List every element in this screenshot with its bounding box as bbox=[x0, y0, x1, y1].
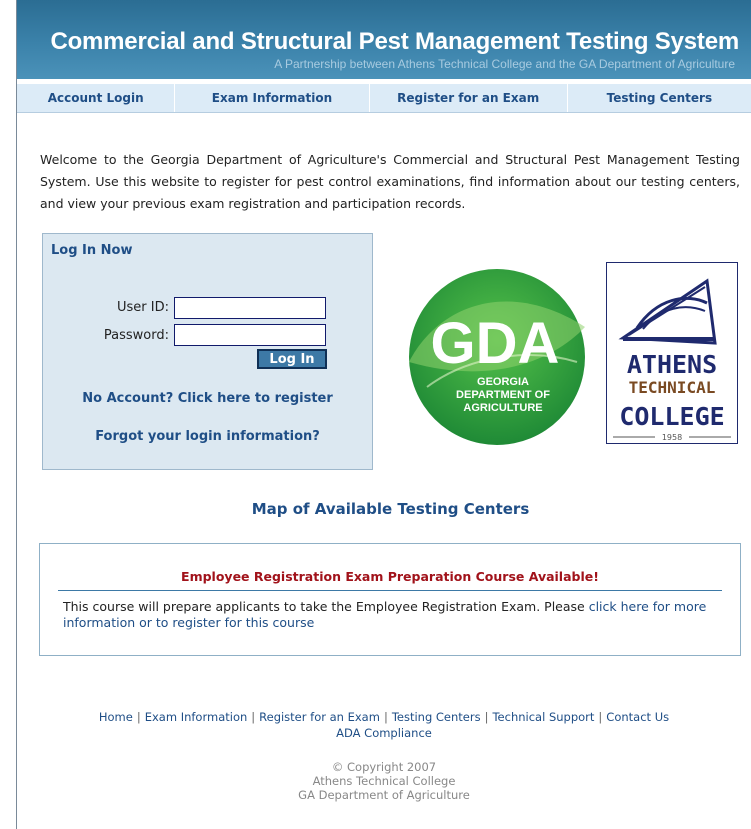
course-description: This course will prepare applicants to t… bbox=[63, 599, 589, 614]
course-divider bbox=[58, 590, 722, 591]
footer-nav: Home | Exam Information | Register for an Ex… bbox=[17, 709, 751, 741]
footer-separator: | bbox=[484, 710, 489, 724]
welcome-text: Welcome to the Georgia Department of Agr… bbox=[40, 152, 740, 211]
site-banner: Commercial and Structural Pest Managemen… bbox=[17, 0, 751, 79]
footer-separator: | bbox=[598, 710, 603, 724]
footer-separator: | bbox=[251, 710, 256, 724]
site-subtitle: A Partnership between Athens Technical C… bbox=[274, 57, 735, 71]
atc-line1: ATHENS bbox=[627, 350, 717, 379]
copyright-line: © Copyright 2007 bbox=[331, 760, 437, 774]
password-label: Password: bbox=[103, 328, 169, 343]
nav-exam-information[interactable]: Exam Information bbox=[175, 84, 370, 112]
site-title: Commercial and Structural Pest Managemen… bbox=[50, 28, 739, 55]
atc-year: 1958 bbox=[662, 433, 682, 442]
login-panel: Log In Now User ID: Password: Log In No … bbox=[42, 233, 373, 470]
atc-emblem: ATHENS TECHNICAL COLLEGE 1958 bbox=[613, 278, 731, 442]
forgot-login-link[interactable]: Forgot your login information? bbox=[43, 429, 372, 444]
copyright-block: © Copyright 2007 Athens Technical Colleg… bbox=[17, 760, 751, 802]
login-title: Log In Now bbox=[51, 243, 133, 258]
atc-line2: TECHNICAL bbox=[629, 378, 716, 397]
course-text: This course will prepare applicants to t… bbox=[63, 599, 722, 631]
course-title: Employee Registration Exam Preparation C… bbox=[181, 569, 599, 584]
user-id-input[interactable] bbox=[174, 297, 326, 319]
course-announcement: Employee Registration Exam Preparation C… bbox=[39, 543, 741, 656]
footer-separator: | bbox=[383, 710, 388, 724]
login-button[interactable]: Log In bbox=[257, 349, 327, 369]
footer-ada-link[interactable]: ADA Compliance bbox=[336, 726, 432, 740]
register-link[interactable]: No Account? Click here to register bbox=[43, 391, 372, 406]
copyright-org-2: GA Department of Agriculture bbox=[298, 788, 470, 802]
copyright-org-1: Athens Technical College bbox=[312, 774, 456, 788]
footer-register-link[interactable]: Register for an Exam bbox=[259, 710, 380, 724]
footer-home-link[interactable]: Home bbox=[99, 710, 133, 724]
gda-line2: DEPARTMENT OF bbox=[456, 389, 550, 401]
nav-register-exam[interactable]: Register for an Exam bbox=[370, 84, 568, 112]
password-input[interactable] bbox=[174, 324, 326, 346]
footer-tech-support-link[interactable]: Technical Support bbox=[492, 710, 594, 724]
gda-text: GDA bbox=[431, 311, 560, 376]
footer-separator: | bbox=[136, 710, 141, 724]
footer-exam-info-link[interactable]: Exam Information bbox=[145, 710, 248, 724]
user-id-label: User ID: bbox=[117, 300, 169, 315]
nav-testing-centers[interactable]: Testing Centers bbox=[568, 84, 751, 112]
footer-contact-link[interactable]: Contact Us bbox=[606, 710, 669, 724]
athens-technical-college-logo: ATHENS TECHNICAL COLLEGE 1958 bbox=[606, 262, 738, 444]
nav-account-login[interactable]: Account Login bbox=[17, 84, 176, 112]
gda-logo: GDA GEORGIA DEPARTMENT OF AGRICULTURE bbox=[409, 269, 585, 445]
gda-line1: GEORGIA bbox=[477, 376, 529, 388]
footer-testing-centers-link[interactable]: Testing Centers bbox=[392, 710, 481, 724]
gda-line3: AGRICULTURE bbox=[463, 402, 542, 414]
atc-line3: COLLEGE bbox=[619, 402, 724, 431]
main-nav: Account Login Exam Information Register … bbox=[17, 84, 751, 113]
map-testing-centers-link[interactable]: Map of Available Testing Centers bbox=[0, 500, 751, 518]
page-left-border bbox=[16, 0, 17, 829]
